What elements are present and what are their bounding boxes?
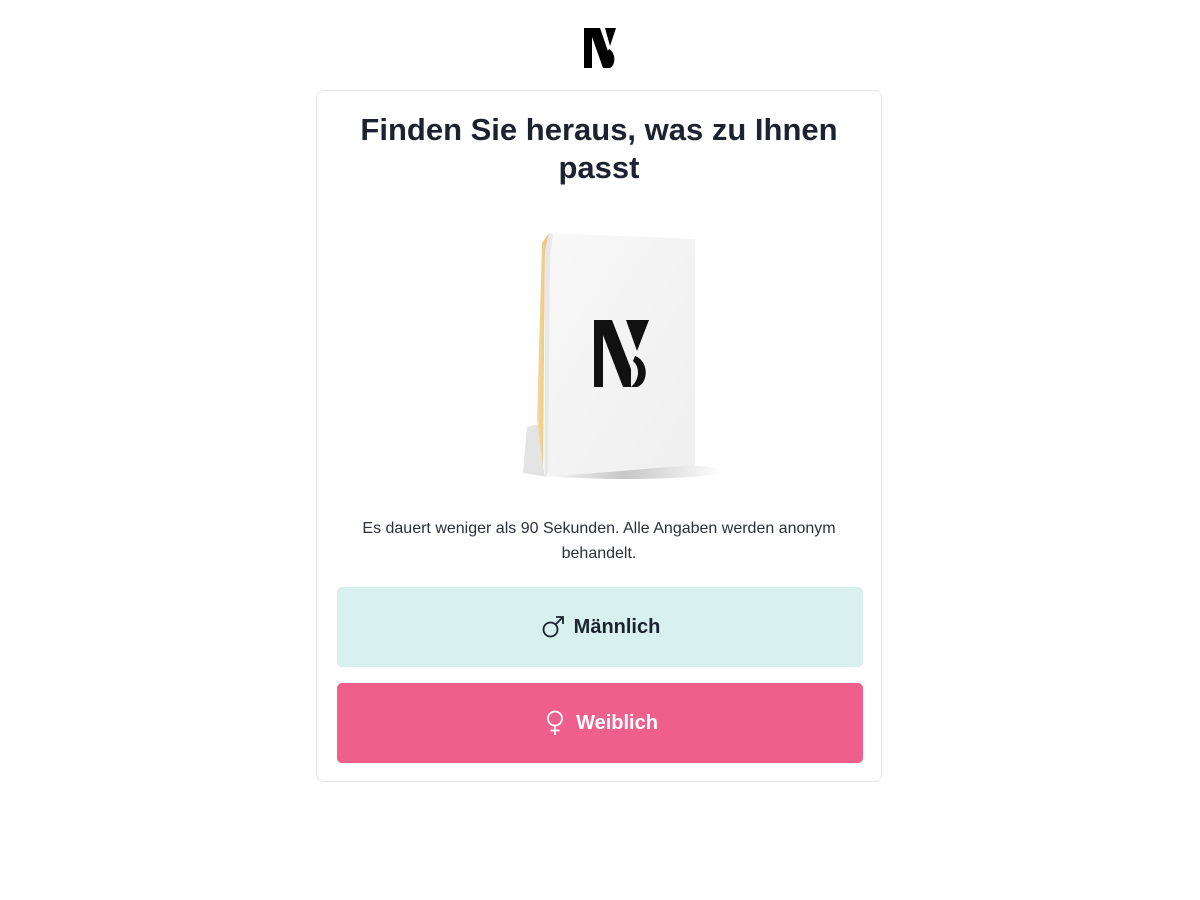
product-box-icon [523,233,723,479]
male-symbol-icon [540,614,566,640]
quiz-card: Finden Sie heraus, was zu Ihnen passt Es… [316,90,882,782]
page-title: Finden Sie heraus, was zu Ihnen passt [360,112,838,185]
male-option-button[interactable]: Männlich [337,587,863,667]
male-option-label: Männlich [573,615,661,638]
page: Finden Sie heraus, was zu Ihnen passt Es… [0,0,1200,900]
female-option-label: Weiblich [576,711,658,734]
description-text: Es dauert weniger als 90 Sekunden. Alle … [362,520,836,562]
female-symbol-icon [542,710,568,736]
female-option-button[interactable]: Weiblich [337,683,863,763]
brand-logo-icon[interactable] [583,27,617,69]
